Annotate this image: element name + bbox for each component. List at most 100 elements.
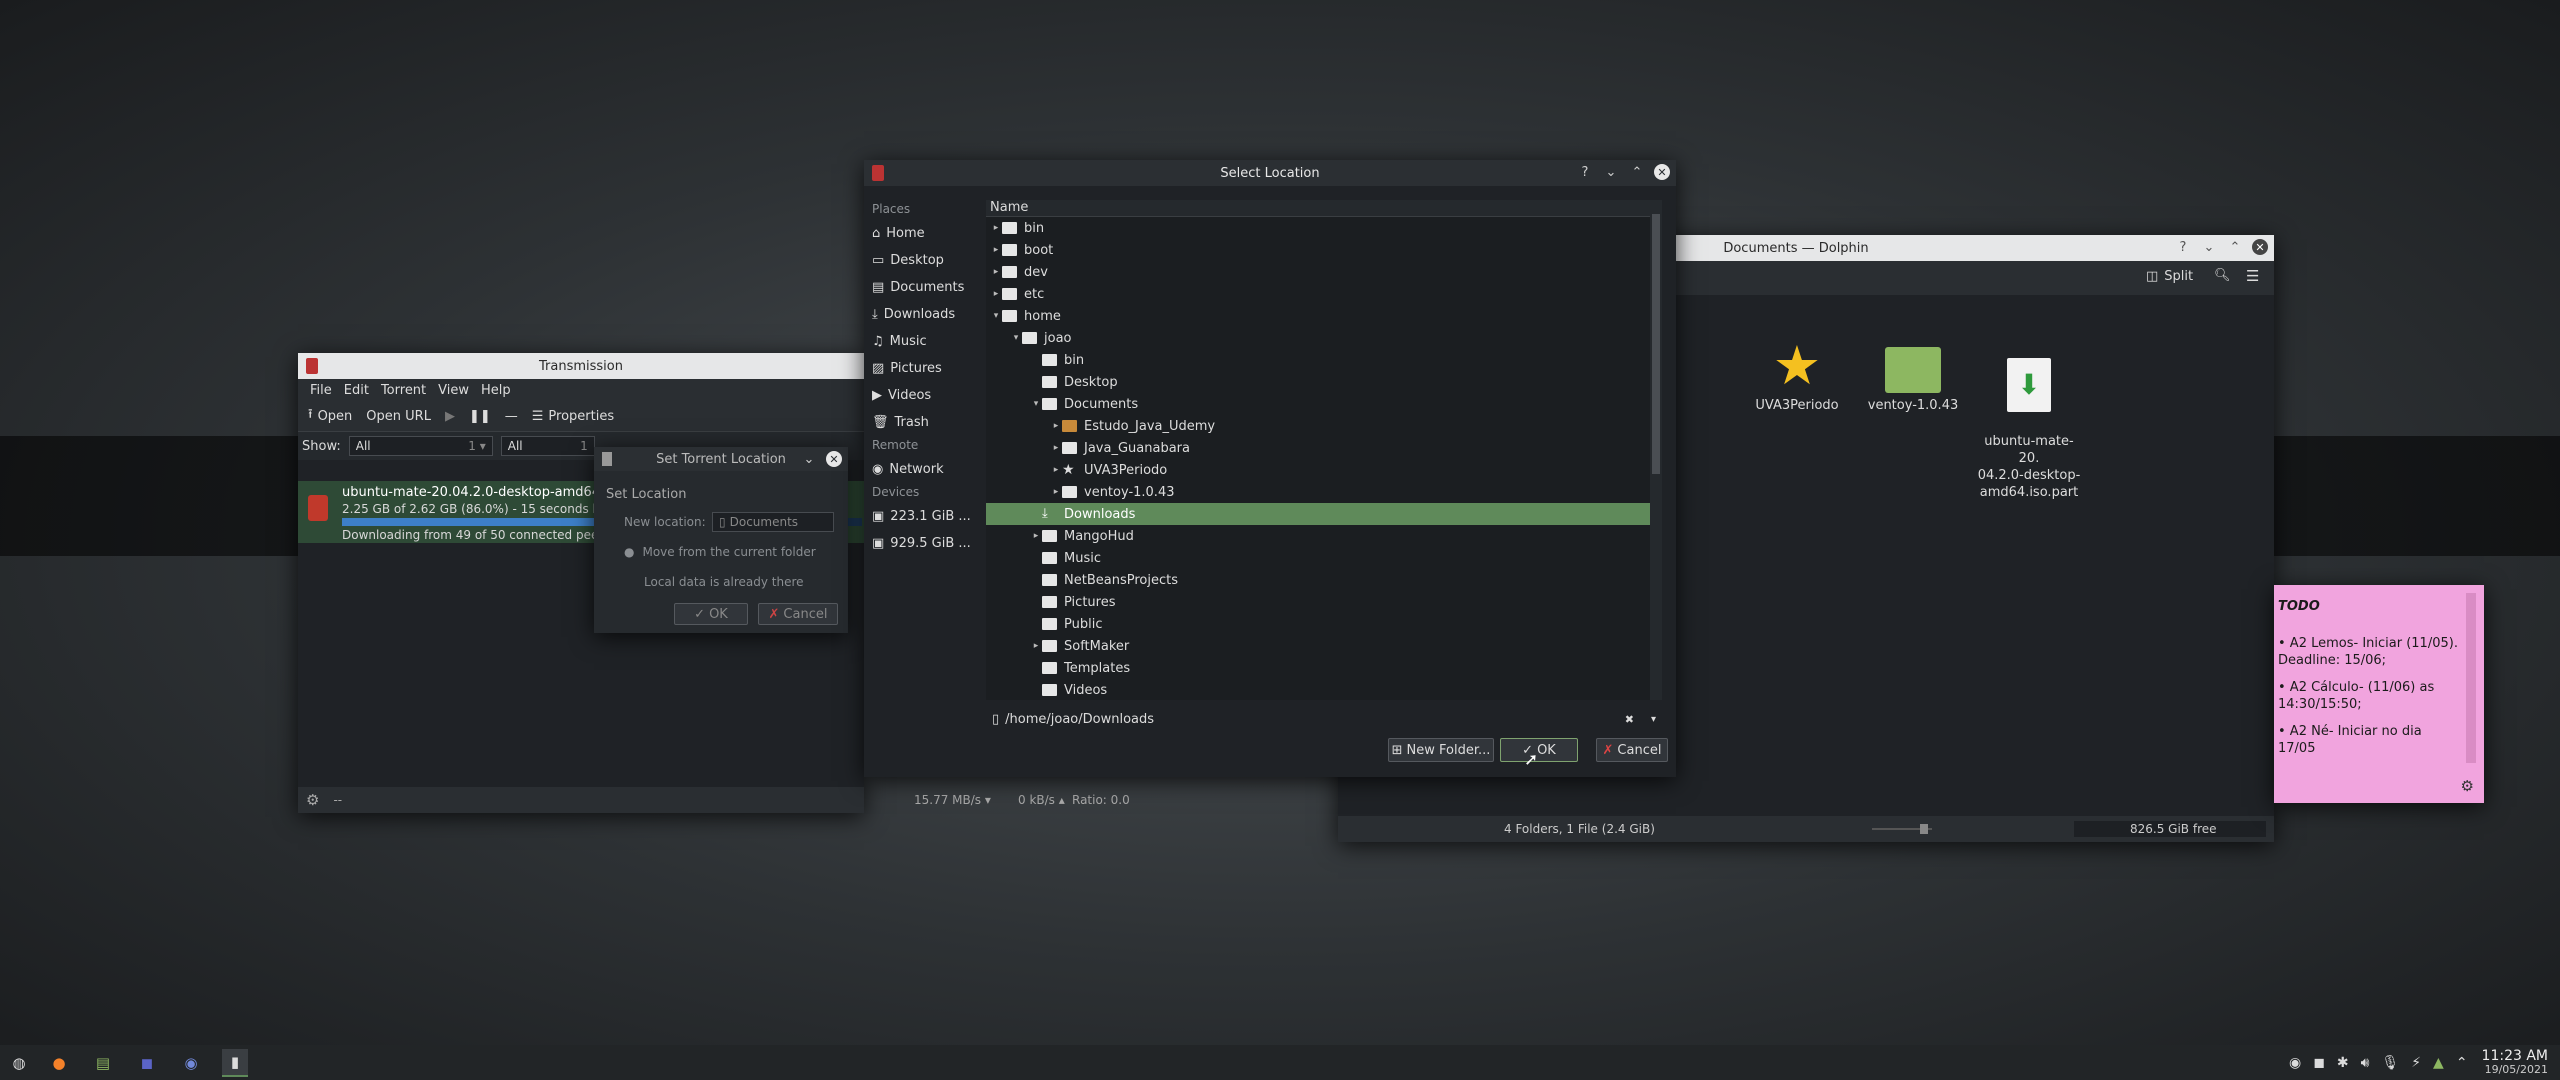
- minimize-icon[interactable]: ⌄: [2200, 238, 2218, 256]
- maximize-icon[interactable]: ⌃: [1628, 163, 1646, 181]
- tree-row[interactable]: NetBeansProjects: [986, 569, 1662, 591]
- tree-row[interactable]: Pictures: [986, 591, 1662, 613]
- new-folder-button[interactable]: ⊞ New Folder...: [1388, 738, 1494, 762]
- properties-button[interactable]: ☰ Properties: [532, 409, 614, 424]
- kdeconnect-icon[interactable]: ✱: [2337, 1055, 2349, 1071]
- select-ok-button[interactable]: ✓ OK: [1500, 738, 1578, 762]
- remove-button[interactable]: —: [505, 409, 518, 424]
- file-item-iso-part[interactable]: ⬇ ubuntu-mate-20. 04.2.0-desktop- amd64.…: [1974, 341, 2084, 501]
- tree-row[interactable]: ⤓ Downloads: [986, 503, 1662, 525]
- set-location-ok-button[interactable]: ✓ OK: [674, 603, 748, 625]
- tree-row[interactable]: Music: [986, 547, 1662, 569]
- zoom-slider[interactable]: [1872, 824, 1932, 834]
- discord-tray-icon[interactable]: ◉: [2289, 1055, 2301, 1071]
- open-url-button[interactable]: Open URL: [366, 409, 431, 424]
- path-field[interactable]: ▯ /home/joao/Downloads ✖ ▾: [986, 708, 1662, 730]
- chevron-down-icon[interactable]: ▾: [1010, 333, 1022, 343]
- power-icon[interactable]: ⚡︎: [2411, 1055, 2421, 1071]
- tree-row[interactable]: Public: [986, 613, 1662, 635]
- chevron-down-icon[interactable]: ▾: [1030, 399, 1042, 409]
- place-videos[interactable]: ▶ Videos: [872, 382, 982, 409]
- note-scrollbar[interactable]: [2466, 593, 2476, 763]
- local-option[interactable]: Local data is already there: [644, 575, 804, 589]
- name-column-header[interactable]: Name: [986, 200, 1662, 217]
- new-location-chooser[interactable]: ▯ Documents: [712, 512, 834, 532]
- chevron-right-icon[interactable]: ▸: [1030, 531, 1042, 541]
- note-body[interactable]: • A2 Lemos- Iniciar (11/05). Deadline: 1…: [2278, 635, 2458, 757]
- chevron-right-icon[interactable]: ▸: [990, 289, 1002, 299]
- tree-row[interactable]: ▾ joao: [986, 327, 1662, 349]
- menu-view[interactable]: View: [432, 383, 475, 398]
- tree-scrollbar[interactable]: [1650, 200, 1662, 700]
- pause-button[interactable]: ❚❚: [469, 409, 491, 424]
- place-documents[interactable]: ▤ Documents: [872, 274, 982, 301]
- chevron-right-icon[interactable]: ▸: [1030, 641, 1042, 651]
- chevron-right-icon[interactable]: ▸: [990, 245, 1002, 255]
- start-button[interactable]: ▶: [445, 409, 455, 424]
- tree-row[interactable]: ▸ ★ UVA3Periodo: [986, 459, 1662, 481]
- tree-row[interactable]: ▸ bin: [986, 217, 1652, 239]
- menu-torrent[interactable]: Torrent: [375, 383, 432, 398]
- transmission-task-icon[interactable]: ▮: [222, 1048, 248, 1077]
- menu-edit[interactable]: Edit: [338, 383, 375, 398]
- chevron-right-icon[interactable]: ▸: [1050, 487, 1062, 497]
- chevron-right-icon[interactable]: ▸: [1050, 465, 1062, 475]
- tree-row[interactable]: ▸ ventoy-1.0.43: [986, 481, 1662, 503]
- microphone-icon[interactable]: 🎙︎: [2381, 1055, 2399, 1071]
- transmission-titlebar[interactable]: Transmission: [298, 353, 864, 379]
- help-icon[interactable]: ?: [1576, 163, 1594, 181]
- set-location-cancel-button[interactable]: ✗ Cancel: [758, 603, 838, 625]
- tree-row[interactable]: Templates: [986, 657, 1662, 679]
- menu-help[interactable]: Help: [475, 383, 517, 398]
- clear-icon[interactable]: ✖: [1625, 713, 1634, 726]
- open-button[interactable]: ⭱ Open: [308, 405, 352, 427]
- tree-row[interactable]: Desktop: [986, 371, 1662, 393]
- gear-icon[interactable]: ⚙: [306, 791, 319, 809]
- hamburger-menu-icon[interactable]: ☰: [2246, 267, 2259, 285]
- tree-row[interactable]: ▸ boot: [986, 239, 1652, 261]
- select-cancel-button[interactable]: ✗ Cancel: [1596, 738, 1668, 762]
- menu-file[interactable]: File: [304, 383, 338, 398]
- chevron-right-icon[interactable]: ▸: [1050, 443, 1062, 453]
- set-location-titlebar[interactable]: Set Torrent Location ⌄ ✕: [594, 447, 848, 471]
- activity-filter-combo[interactable]: All 1 ▾: [348, 436, 493, 456]
- place-network[interactable]: ◉ Network: [872, 456, 982, 483]
- folder-item-ventoy[interactable]: ventoy-1.0.43: [1858, 347, 1968, 414]
- chevron-right-icon[interactable]: ▸: [1050, 421, 1062, 431]
- chevron-down-icon[interactable]: ⌄: [800, 450, 818, 468]
- select-location-titlebar[interactable]: Select Location ? ⌄ ⌃ ✕: [864, 160, 1676, 186]
- tree-row[interactable]: ▸ Java_Guanabara: [986, 437, 1662, 459]
- device-2[interactable]: ▣ 929.5 GiB ...: [872, 530, 982, 557]
- tree-row[interactable]: Videos: [986, 679, 1662, 700]
- expand-tray-icon[interactable]: ⌃: [2456, 1055, 2468, 1071]
- close-icon[interactable]: ✕: [1654, 164, 1670, 180]
- help-icon[interactable]: ?: [2174, 238, 2192, 256]
- files-icon[interactable]: ▤: [90, 1050, 116, 1076]
- tree-row[interactable]: ▾ home: [986, 305, 1652, 327]
- device-1[interactable]: ▣ 223.1 GiB ...: [872, 503, 982, 530]
- move-option[interactable]: ● Move from the current folder: [624, 545, 816, 559]
- discord-icon[interactable]: ◉: [178, 1050, 204, 1076]
- tree-scrollbar-thumb[interactable]: [1652, 214, 1660, 474]
- close-icon[interactable]: ✕: [2252, 239, 2268, 255]
- chevron-down-icon[interactable]: ▾: [1651, 714, 1656, 725]
- minimize-icon[interactable]: ⌄: [1602, 163, 1620, 181]
- chevron-down-icon[interactable]: ▾: [990, 311, 1002, 321]
- search-icon[interactable]: 🔍︎: [2214, 268, 2231, 283]
- tree-row[interactable]: bin: [986, 349, 1662, 371]
- split-button[interactable]: ◫ Split: [2146, 269, 2193, 284]
- tree-row[interactable]: ▾ Documents: [986, 393, 1662, 415]
- teams-tray-icon[interactable]: ◼: [2313, 1055, 2325, 1071]
- network-icon[interactable]: ▲: [2433, 1055, 2444, 1071]
- tree-row[interactable]: ▸ dev: [986, 261, 1652, 283]
- teams-icon[interactable]: ◼: [134, 1050, 160, 1076]
- tree-row[interactable]: ▸ Estudo_Java_Udemy: [986, 415, 1662, 437]
- folder-item-uva3periodo[interactable]: ★ UVA3Periodo: [1742, 339, 1852, 414]
- place-desktop[interactable]: ▭ Desktop: [872, 247, 982, 274]
- chevron-right-icon[interactable]: ▸: [990, 267, 1002, 277]
- gear-icon[interactable]: ⚙: [2461, 777, 2474, 795]
- maximize-icon[interactable]: ⌃: [2226, 238, 2244, 256]
- volume-icon[interactable]: 🔊︎: [2361, 1055, 2370, 1071]
- clock[interactable]: 11:23 AM 19/05/2021: [2482, 1049, 2548, 1077]
- tree-row[interactable]: ▸ SoftMaker: [986, 635, 1662, 657]
